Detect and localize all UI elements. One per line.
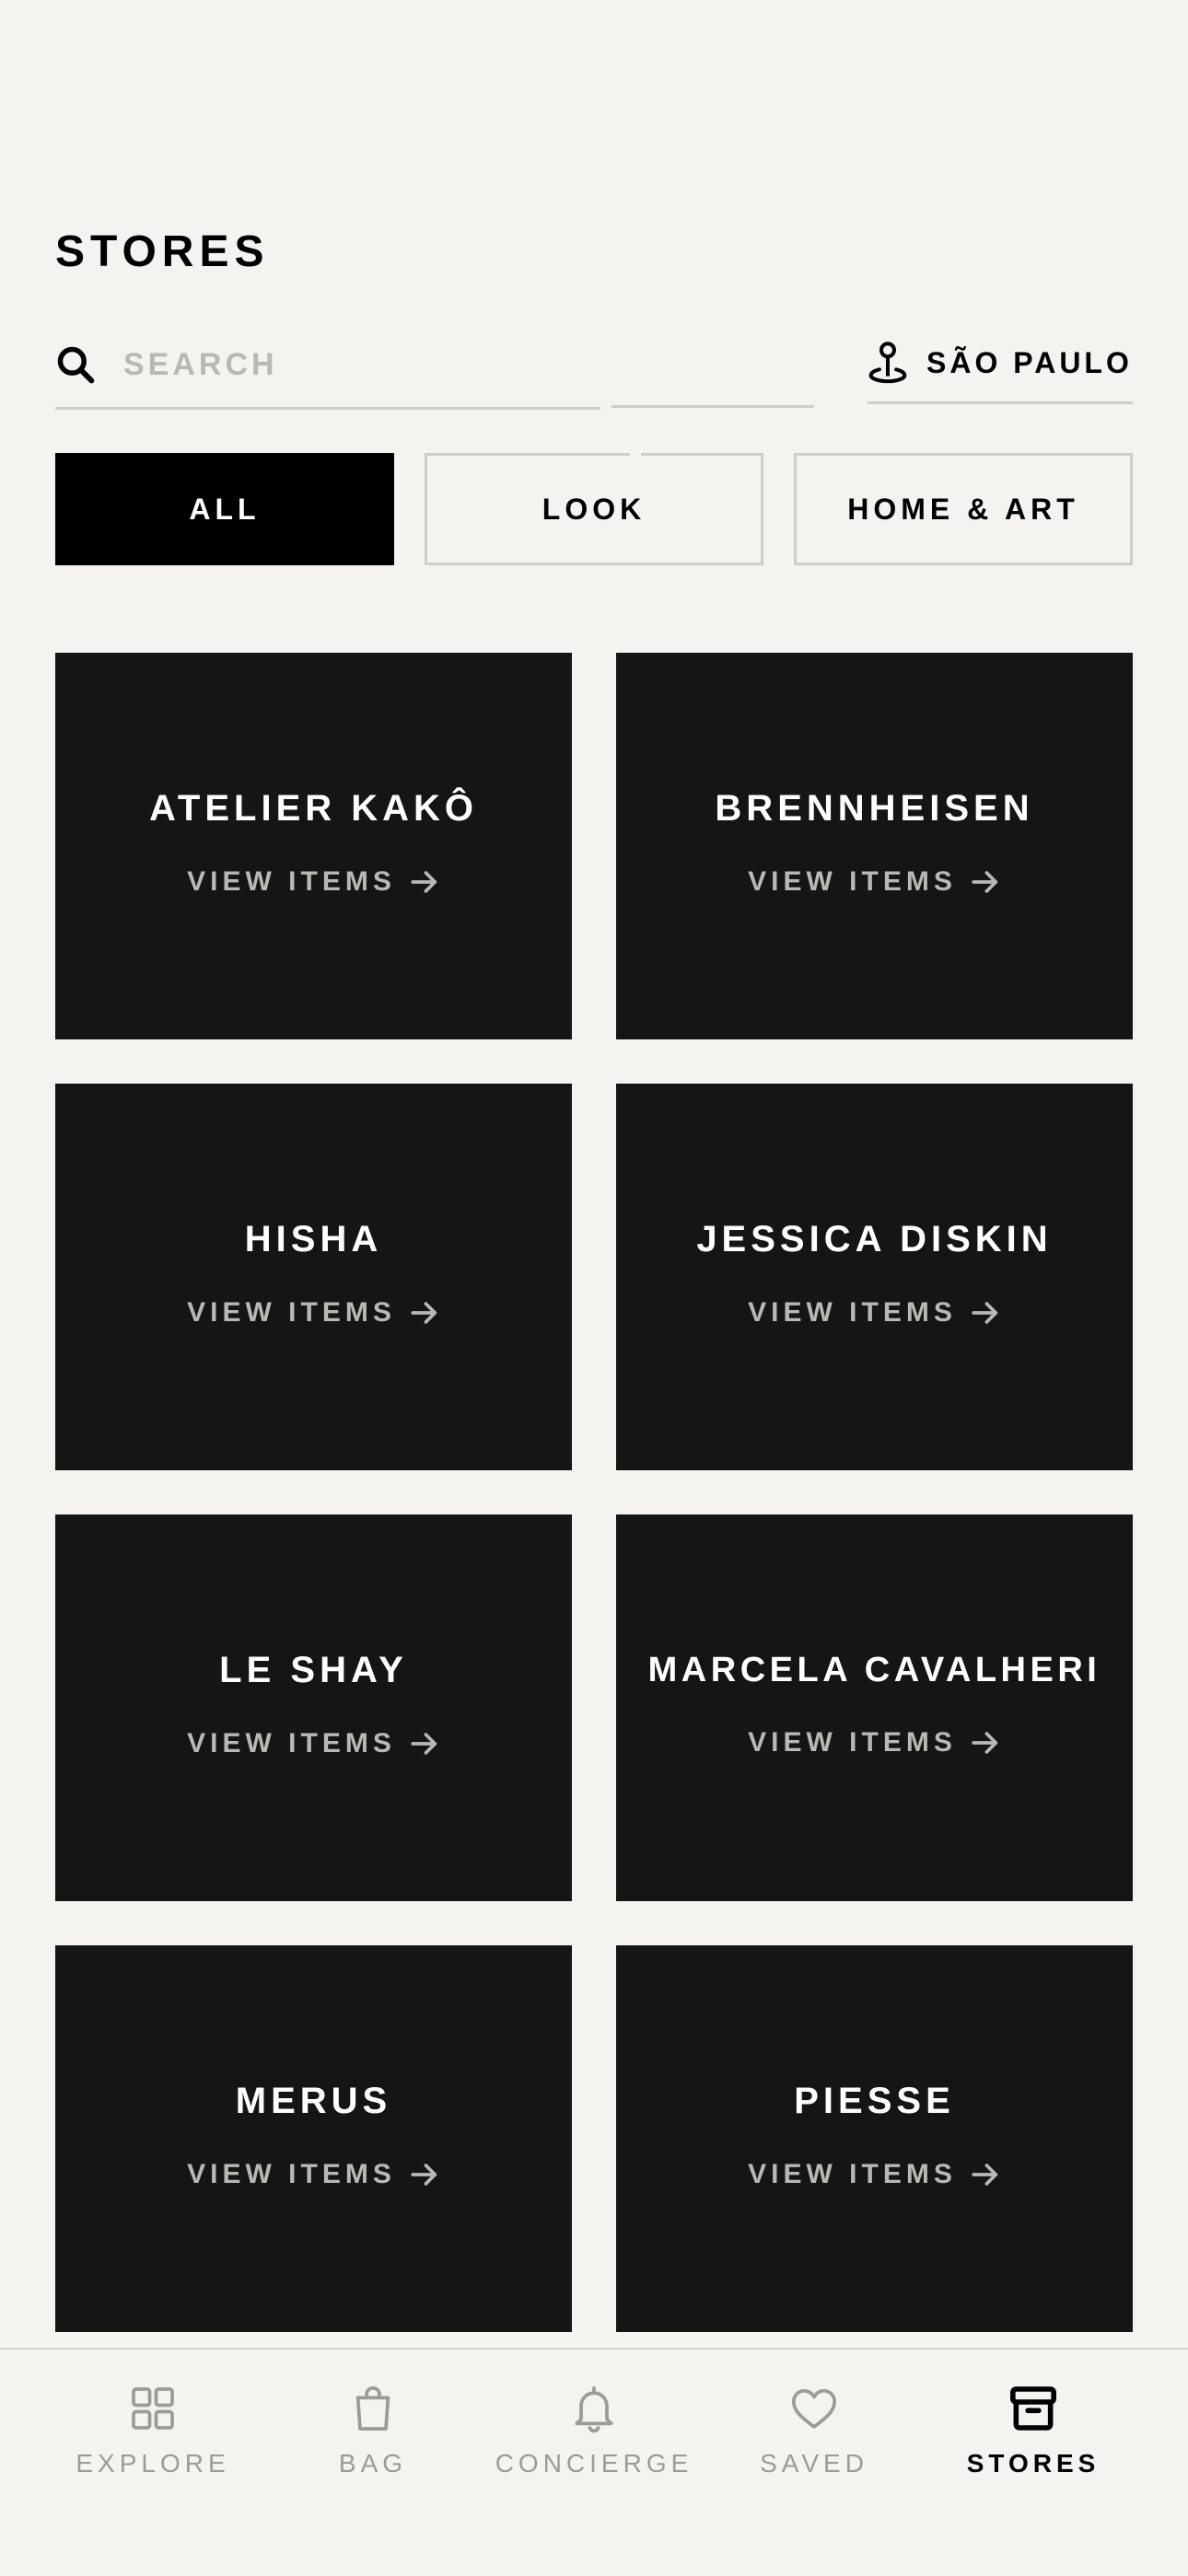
filter-look-button[interactable]: LOOK xyxy=(425,453,763,565)
view-items-link[interactable]: VIEW ITEMS xyxy=(187,1728,440,1759)
page-title: STORES xyxy=(55,227,270,276)
tab-stores[interactable]: STORES xyxy=(923,2383,1144,2493)
store-name: PIESSE xyxy=(794,2080,955,2121)
bottom-tab-bar: EXPLORE BAG CONCIERGE SAVED STORES xyxy=(0,2348,1188,2576)
location-selector[interactable]: SÃO PAULO xyxy=(868,328,1133,404)
store-name: HISHA xyxy=(244,1218,383,1259)
search-divider xyxy=(611,405,814,408)
tab-concierge[interactable]: CONCIERGE xyxy=(483,2383,705,2493)
tab-bag[interactable]: BAG xyxy=(262,2383,483,2493)
arrow-right-icon xyxy=(972,1301,998,1324)
filter-home-art-button[interactable]: HOME & ART xyxy=(794,453,1133,565)
arrow-right-icon xyxy=(972,870,998,893)
store-card-merus[interactable]: MERUS VIEW ITEMS xyxy=(55,1945,572,2332)
tab-label: CONCIERGE xyxy=(495,2449,693,2477)
view-items-link[interactable]: VIEW ITEMS xyxy=(748,1297,1001,1329)
store-card-piesse[interactable]: PIESSE VIEW ITEMS xyxy=(616,1945,1133,2332)
arrow-right-icon xyxy=(411,1301,437,1324)
store-card-atelier-kako[interactable]: ATELIER KAKÔ VIEW ITEMS xyxy=(55,653,572,1039)
view-items-label: VIEW ITEMS xyxy=(748,2158,957,2189)
tab-label: STORES xyxy=(966,2449,1101,2477)
store-name: MERUS xyxy=(235,2080,392,2121)
store-card-hisha[interactable]: HISHA VIEW ITEMS xyxy=(55,1084,572,1470)
view-items-label: VIEW ITEMS xyxy=(187,2158,396,2189)
store-card-brennheisen[interactable]: BRENNHEISEN VIEW ITEMS xyxy=(616,653,1133,1039)
store-box-icon xyxy=(1010,2386,1056,2431)
store-name: JESSICA DISKIN xyxy=(696,1218,1053,1259)
view-items-label: VIEW ITEMS xyxy=(187,1296,396,1328)
location-label: SÃO PAULO xyxy=(926,345,1133,379)
tab-label: SAVED xyxy=(760,2449,868,2477)
arrow-right-icon xyxy=(411,1732,437,1755)
arrow-right-icon xyxy=(972,2163,998,2186)
tab-label: EXPLORE xyxy=(76,2449,230,2477)
view-items-link[interactable]: VIEW ITEMS xyxy=(748,2159,1001,2190)
tab-saved[interactable]: SAVED xyxy=(704,2383,925,2493)
bag-icon xyxy=(355,2385,390,2431)
filter-notch xyxy=(630,447,641,457)
view-items-link[interactable]: VIEW ITEMS xyxy=(748,1727,1001,1758)
view-items-label: VIEW ITEMS xyxy=(748,1296,957,1328)
arrow-right-icon xyxy=(411,2163,437,2186)
store-card-marcela-cavalheri[interactable]: MARCELA CAVALHERI VIEW ITEMS xyxy=(616,1514,1133,1901)
tab-explore[interactable]: EXPLORE xyxy=(42,2383,263,2493)
grid-icon xyxy=(132,2387,174,2430)
store-card-jessica-diskin[interactable]: JESSICA DISKIN VIEW ITEMS xyxy=(616,1084,1133,1470)
bell-icon xyxy=(575,2385,613,2433)
view-items-link[interactable]: VIEW ITEMS xyxy=(187,1297,440,1329)
view-items-link[interactable]: VIEW ITEMS xyxy=(187,866,440,898)
map-pin-icon xyxy=(868,342,907,384)
store-name: ATELIER KAKÔ xyxy=(148,787,479,829)
view-items-label: VIEW ITEMS xyxy=(748,865,957,897)
search-bar[interactable] xyxy=(55,328,600,410)
search-icon xyxy=(57,346,95,384)
search-input[interactable] xyxy=(123,346,565,383)
view-items-link[interactable]: VIEW ITEMS xyxy=(187,2159,440,2190)
view-items-label: VIEW ITEMS xyxy=(748,1726,957,1758)
store-name: MARCELA CAVALHERI xyxy=(647,1650,1101,1689)
heart-icon xyxy=(791,2389,837,2429)
store-name: LE SHAY xyxy=(219,1649,408,1690)
view-items-label: VIEW ITEMS xyxy=(187,1727,396,1758)
filter-all-button[interactable]: ALL xyxy=(55,453,394,565)
store-name: BRENNHEISEN xyxy=(715,787,1034,829)
arrow-right-icon xyxy=(972,1731,998,1754)
view-items-label: VIEW ITEMS xyxy=(187,865,396,897)
view-items-link[interactable]: VIEW ITEMS xyxy=(748,866,1001,898)
arrow-right-icon xyxy=(411,870,437,893)
tab-label: BAG xyxy=(338,2449,408,2477)
store-card-le-shay[interactable]: LE SHAY VIEW ITEMS xyxy=(55,1514,572,1901)
